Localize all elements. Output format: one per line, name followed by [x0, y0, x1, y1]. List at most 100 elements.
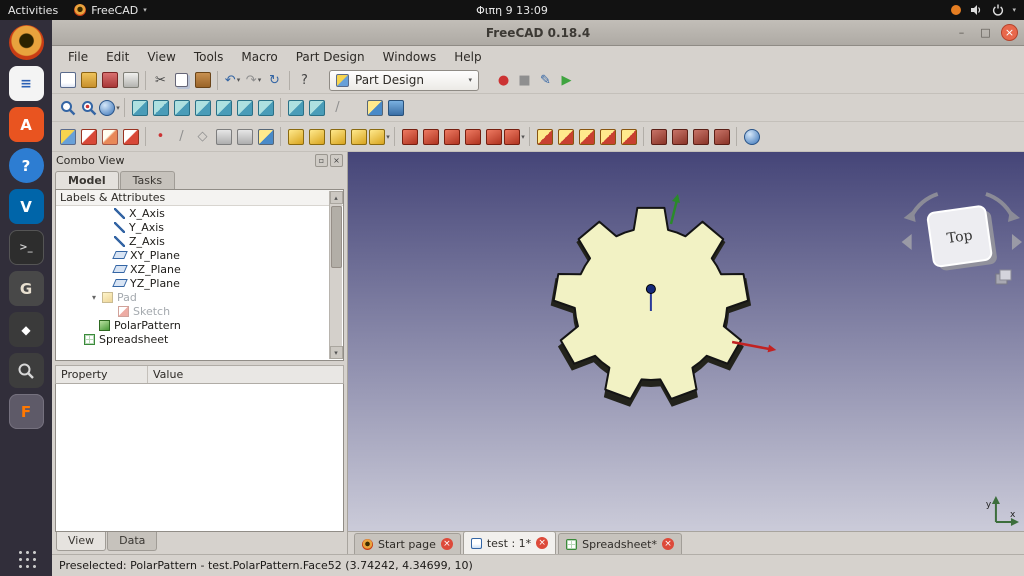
minimize-button[interactable]: –	[953, 24, 970, 41]
additive-primitive-button[interactable]: ▾	[369, 126, 390, 147]
mirrored-button[interactable]	[534, 126, 555, 147]
copy-button[interactable]	[171, 70, 192, 91]
tree-item-polar-pattern[interactable]: PolarPattern	[56, 318, 343, 332]
fit-selection-button[interactable]	[78, 97, 99, 118]
doc-tab-test[interactable]: test : 1* ×	[462, 531, 557, 554]
expander-icon[interactable]: ▾	[90, 293, 98, 302]
workbench-selector[interactable]: Part Design ▾	[329, 69, 479, 91]
left-view-button[interactable]	[255, 97, 276, 118]
clock[interactable]: Φιπη 9 13:09	[476, 4, 548, 17]
close-tab-icon[interactable]: ×	[440, 538, 453, 550]
close-button[interactable]: ×	[1001, 24, 1018, 41]
power-icon[interactable]	[992, 4, 1004, 16]
rotate-right-arrow[interactable]	[985, 192, 1014, 217]
3d-view[interactable]: Top y x	[348, 152, 1024, 531]
undo-button[interactable]: ↶ ▾	[222, 70, 243, 91]
origin-point[interactable]	[645, 284, 656, 294]
datum-line-button[interactable]: /	[171, 126, 192, 147]
dock-terminal-icon[interactable]: >_	[8, 230, 44, 265]
additive-pipe-button[interactable]	[348, 126, 369, 147]
macro-play-button[interactable]: ▶	[556, 70, 577, 91]
pan-right-arrow[interactable]	[1011, 234, 1022, 250]
tab-model[interactable]: Model	[55, 171, 119, 189]
create-sketch-button[interactable]	[78, 126, 99, 147]
show-applications-icon[interactable]	[17, 549, 36, 568]
edit-sketch-button[interactable]	[99, 126, 120, 147]
revolution-button[interactable]	[306, 126, 327, 147]
subtractive-loft-button[interactable]	[462, 126, 483, 147]
draw-style-button[interactable]: ▾	[99, 97, 120, 118]
macro-edit-button[interactable]: ✎	[535, 70, 556, 91]
property-editor[interactable]	[55, 384, 344, 532]
save-button[interactable]	[99, 70, 120, 91]
open-file-button[interactable]	[78, 70, 99, 91]
chamfer-button[interactable]	[669, 126, 690, 147]
datum-point-button[interactable]: •	[150, 126, 171, 147]
front-view-button[interactable]	[150, 97, 171, 118]
dock-help-icon[interactable]: ?	[8, 148, 44, 183]
tree-item-xz-plane[interactable]: XZ_Plane	[56, 262, 343, 276]
panel-float-button[interactable]: ▫	[315, 154, 328, 167]
maximize-button[interactable]: □	[977, 24, 994, 41]
tree-item-x-axis[interactable]: X_Axis	[56, 206, 343, 220]
app-menu[interactable]: FreeCAD ▾	[74, 4, 147, 17]
tree-item-spreadsheet[interactable]: Spreadsheet	[56, 332, 343, 346]
doc-tab-spreadsheet[interactable]: Spreadsheet* ×	[558, 533, 682, 554]
groove-button[interactable]	[441, 126, 462, 147]
boolean-button[interactable]	[741, 126, 762, 147]
rear-view-button[interactable]	[213, 97, 234, 118]
fillet-button[interactable]	[648, 126, 669, 147]
create-view-button[interactable]	[306, 97, 327, 118]
tree-item-y-axis[interactable]: Y_Axis	[56, 220, 343, 234]
shape-binder-button[interactable]	[234, 126, 255, 147]
tree-item-z-axis[interactable]: Z_Axis	[56, 234, 343, 248]
menu-windows[interactable]: Windows	[375, 48, 445, 66]
tab-data[interactable]: Data	[107, 532, 158, 551]
top-view-button[interactable]	[171, 97, 192, 118]
subtractive-primitive-button[interactable]: ▾	[504, 126, 525, 147]
polar-pattern-button[interactable]	[576, 126, 597, 147]
map-sketch-button[interactable]	[120, 126, 141, 147]
folder-button[interactable]	[385, 97, 406, 118]
panel-close-button[interactable]: ×	[330, 154, 343, 167]
close-tab-icon[interactable]: ×	[536, 537, 549, 549]
dock-freecad-logo-icon[interactable]	[8, 25, 44, 60]
draft-button[interactable]	[690, 126, 711, 147]
clone-button[interactable]	[255, 126, 276, 147]
navigation-cube[interactable]: Top	[901, 192, 1022, 285]
macro-stop-button[interactable]: ■	[514, 70, 535, 91]
menu-file[interactable]: File	[60, 48, 96, 66]
dock-inkscape-icon[interactable]: ◆	[8, 312, 44, 347]
dock-vscode-icon[interactable]: V	[8, 189, 44, 224]
menu-edit[interactable]: Edit	[98, 48, 137, 66]
dock-freecad-active-icon[interactable]: F	[8, 394, 44, 429]
menu-tools[interactable]: Tools	[186, 48, 232, 66]
multitransform-button[interactable]	[618, 126, 639, 147]
pocket-button[interactable]	[399, 126, 420, 147]
close-tab-icon[interactable]: ×	[661, 538, 674, 550]
print-button[interactable]	[120, 70, 141, 91]
local-cs-button[interactable]	[213, 126, 234, 147]
hole-button[interactable]	[420, 126, 441, 147]
subtractive-pipe-button[interactable]	[483, 126, 504, 147]
thickness-button[interactable]	[711, 126, 732, 147]
new-file-button[interactable]	[57, 70, 78, 91]
additive-loft-button[interactable]	[327, 126, 348, 147]
fit-all-button[interactable]	[57, 97, 78, 118]
system-menu-caret-icon[interactable]: ▾	[1013, 6, 1017, 14]
datum-plane-button[interactable]: ◇	[192, 126, 213, 147]
dock-writer-icon[interactable]: ≡	[8, 66, 44, 101]
scroll-down-icon[interactable]: ▾	[329, 346, 343, 359]
tab-tasks[interactable]: Tasks	[119, 171, 176, 189]
tree-item-sketch[interactable]: Sketch	[56, 304, 343, 318]
window-titlebar[interactable]: FreeCAD 0.18.4 – □ ×	[52, 20, 1024, 46]
tree-item-pad[interactable]: ▾ Pad	[56, 290, 343, 304]
create-body-button[interactable]	[57, 126, 78, 147]
navcube-mini-cube[interactable]	[995, 269, 1012, 285]
texture-box-button[interactable]	[364, 97, 385, 118]
linear-pattern-button[interactable]	[555, 126, 576, 147]
menu-macro[interactable]: Macro	[233, 48, 285, 66]
tab-view[interactable]: View	[56, 532, 107, 551]
right-view-button[interactable]	[192, 97, 213, 118]
tree-scrollbar[interactable]: ▴ ▾	[329, 191, 343, 359]
